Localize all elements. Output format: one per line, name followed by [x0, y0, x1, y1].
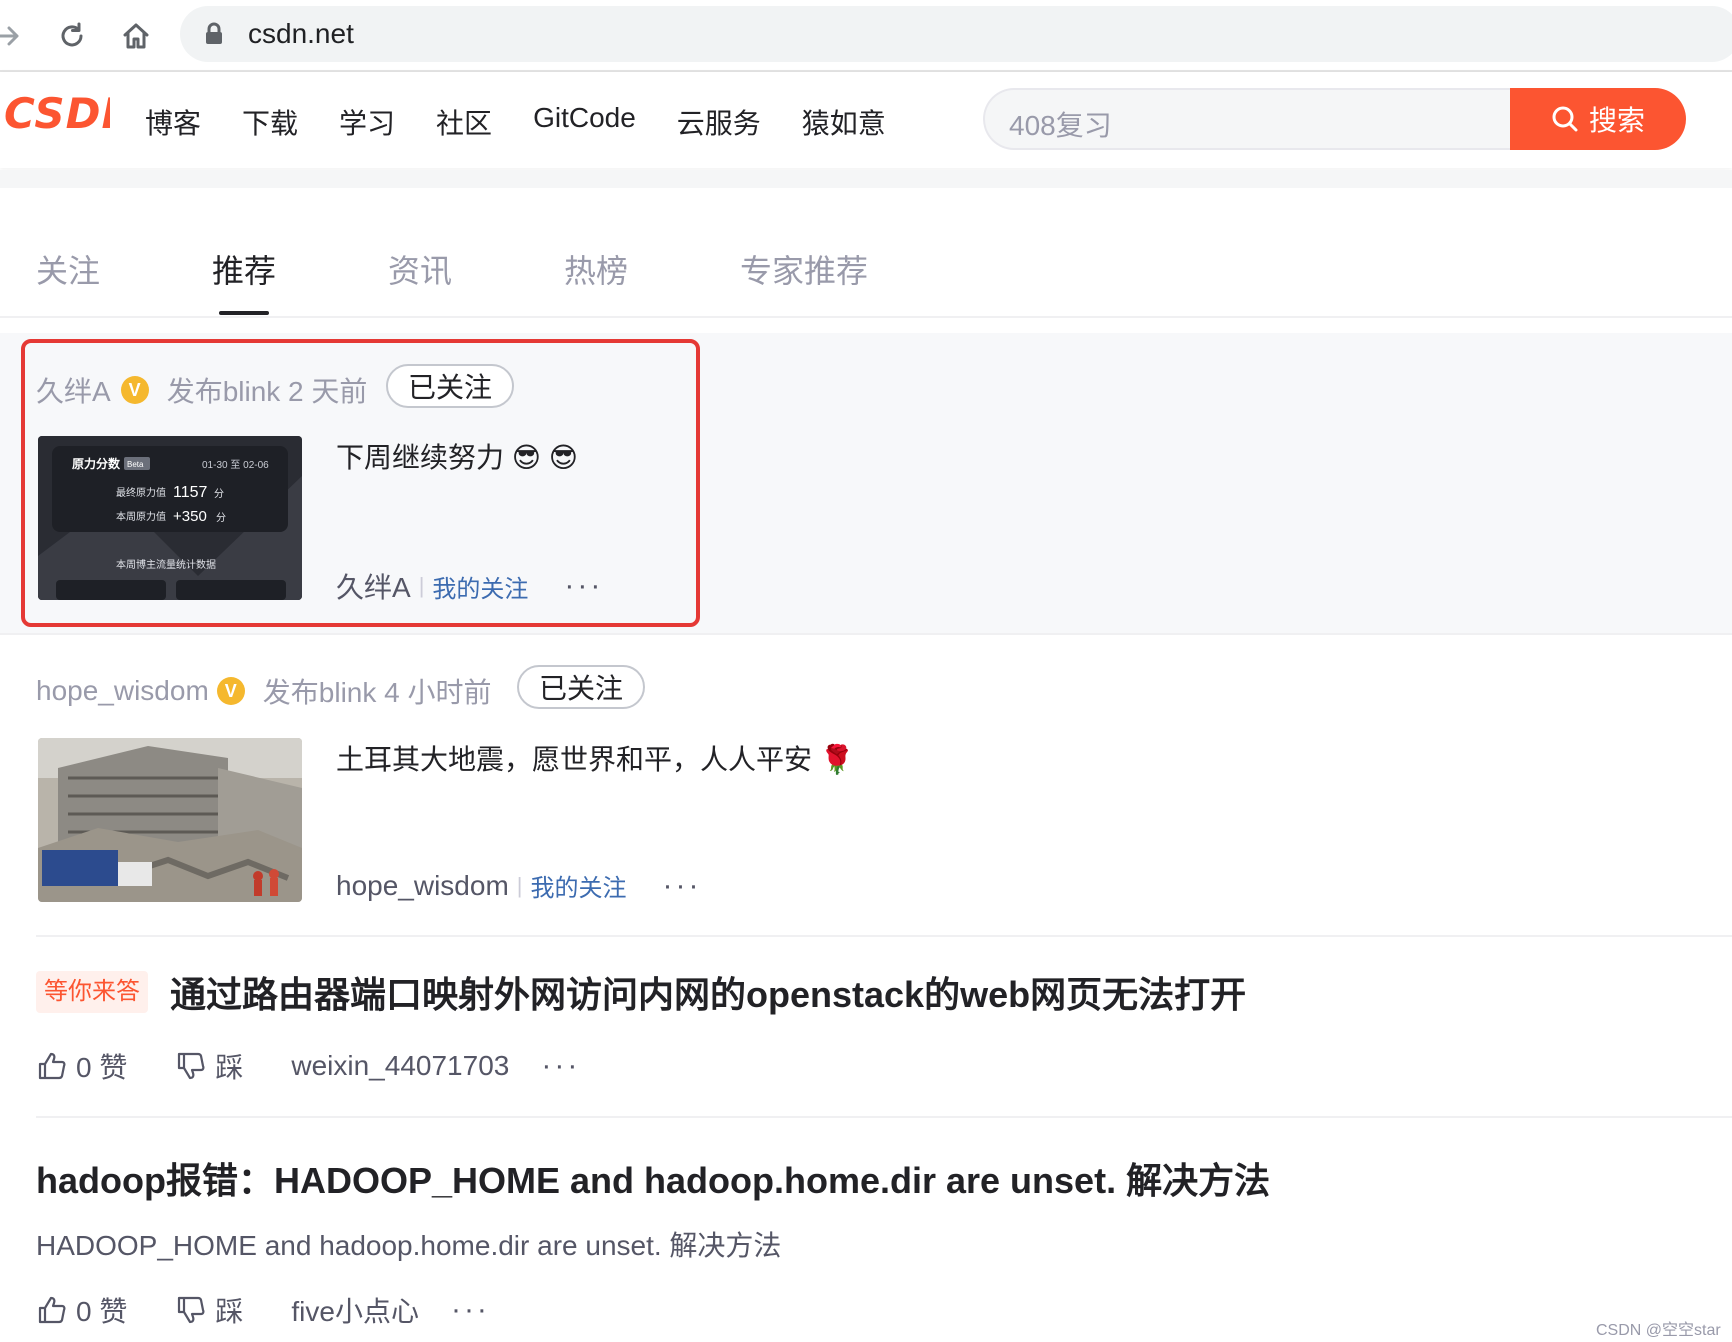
blink2-action: 发布blink 4 小时前	[262, 677, 492, 708]
highlight-annotation-box	[21, 339, 700, 627]
tab-news[interactable]: 资讯	[388, 246, 452, 292]
search-icon	[1552, 106, 1578, 132]
search-input[interactable]: 408复习	[983, 88, 1513, 150]
question-item[interactable]: 等你来答 通过路由器端口映射外网访问内网的openstack的web网页无法打开	[36, 966, 1246, 1018]
earthquake-photo-image	[38, 738, 302, 902]
question-title[interactable]: 通过路由器端口映射外网访问内网的openstack的web网页无法打开	[170, 966, 1246, 1018]
address-url: csdn.net	[248, 18, 354, 49]
thumbs-down-icon	[178, 1296, 205, 1324]
blink2-meta: hope_wisdom V 发布blink 4 小时前	[36, 671, 492, 711]
blink2-more-button[interactable]: ···	[663, 869, 702, 903]
article-more-button[interactable]: ···	[451, 1293, 490, 1327]
header-gap	[0, 170, 1732, 188]
site-header: CSDN 博客 下载 学习 社区 GitCode 云服务 猿如意 408复习 搜…	[0, 72, 1732, 168]
nav-item-community[interactable]: 社区	[436, 102, 492, 142]
verified-badge-icon: V	[216, 677, 245, 705]
address-bar[interactable]: csdn.net	[180, 6, 1732, 62]
forward-arrow-icon[interactable]	[0, 14, 30, 58]
blink2-my-follow-link[interactable]: 我的关注	[531, 868, 627, 903]
lock-icon	[204, 22, 224, 51]
tab-recommend[interactable]: 推荐	[212, 246, 276, 292]
feed-divider	[0, 633, 1732, 635]
article-summary[interactable]: HADOOP_HOME and hadoop.home.dir are unse…	[36, 1224, 781, 1264]
thumbs-up-icon	[38, 1052, 66, 1080]
article-actions: 0 赞 踩 five小点心 ···	[36, 1290, 490, 1330]
nav-item-cloud[interactable]: 云服务	[677, 102, 761, 142]
feed-divider	[36, 1116, 1732, 1118]
article-author[interactable]: five小点心	[291, 1290, 419, 1330]
search-button[interactable]: 搜索	[1510, 88, 1686, 150]
feed-tabs: 关注 推荐 资讯 热榜 专家推荐	[0, 188, 1732, 318]
article-like-count: 0 赞	[76, 1296, 128, 1327]
question-like-count: 0 赞	[76, 1052, 128, 1083]
blink2-thumbnail[interactable]	[38, 738, 302, 902]
tab-follow[interactable]: 关注	[36, 246, 100, 292]
search-button-label: 搜索	[1588, 105, 1645, 136]
nav-item-learn[interactable]: 学习	[339, 102, 395, 142]
article-dislike-button[interactable]: 踩	[175, 1290, 243, 1330]
question-actions: 0 赞 踩 weixin_44071703 ···	[36, 1046, 580, 1086]
browser-toolbar: csdn.net	[0, 0, 1732, 72]
wait-answer-tag: 等你来答	[36, 971, 148, 1013]
reload-icon[interactable]	[50, 14, 94, 58]
csdn-logo-text: CSDN	[4, 92, 110, 136]
thumbs-up-icon	[38, 1296, 66, 1324]
csdn-logo[interactable]: CSDN	[4, 89, 137, 147]
active-tab-indicator	[219, 311, 269, 315]
thumbs-down-icon	[178, 1052, 205, 1080]
question-dislike-label: 踩	[215, 1052, 244, 1083]
blink2-footer: hope_wisdom | 我的关注 ···	[336, 868, 701, 903]
blink2-follow-button[interactable]: 已关注	[517, 665, 645, 709]
question-author[interactable]: weixin_44071703	[291, 1050, 509, 1082]
nav-item-blog[interactable]: 博客	[145, 102, 201, 142]
feed-divider	[36, 935, 1732, 937]
nav-item-gitcode[interactable]: GitCode	[533, 102, 636, 142]
article-dislike-label: 踩	[215, 1296, 244, 1327]
question-dislike-button[interactable]: 踩	[175, 1046, 243, 1086]
tab-hot[interactable]: 热榜	[564, 246, 628, 292]
blink2-text[interactable]: 土耳其大地震，愿世界和平，人人平安 🌹	[336, 738, 855, 778]
blink2-user[interactable]: hope_wisdom	[36, 675, 209, 707]
blink2-author[interactable]: hope_wisdom	[336, 870, 509, 902]
search-placeholder: 408复习	[1009, 110, 1112, 141]
nav-item-yuanruyi[interactable]: 猿如意	[802, 102, 886, 142]
question-like-button[interactable]: 0 赞	[36, 1046, 127, 1086]
home-icon[interactable]	[114, 14, 158, 58]
top-navigation: 博客 下载 学习 社区 GitCode 云服务 猿如意	[145, 102, 927, 142]
tab-experts[interactable]: 专家推荐	[740, 246, 868, 292]
separator: |	[516, 872, 523, 898]
article-like-button[interactable]: 0 赞	[36, 1290, 127, 1330]
nav-item-download[interactable]: 下载	[242, 102, 298, 142]
article-title[interactable]: hadoop报错：HADOOP_HOME and hadoop.home.dir…	[36, 1152, 1270, 1204]
watermark: CSDN @空空star	[1596, 1322, 1721, 1339]
question-more-button[interactable]: ···	[541, 1049, 580, 1083]
